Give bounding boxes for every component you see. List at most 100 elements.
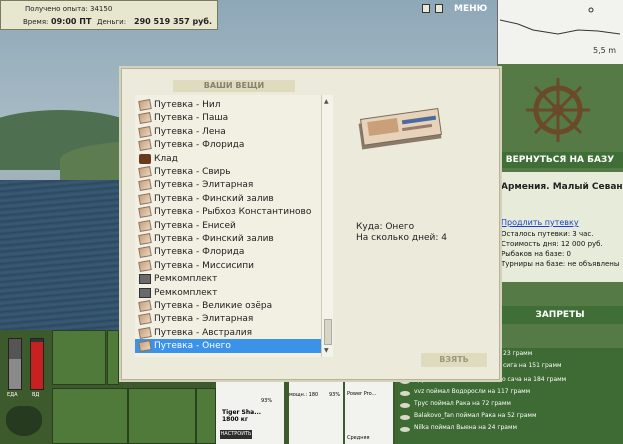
depth-profile-line [499,19,621,35]
location-title: Армения. Малый Севан [501,182,623,192]
extend-ticket-link[interactable]: Продлить путевку [501,218,579,227]
ticket-icon [138,179,152,192]
ticket-icon [138,112,152,125]
line-slot[interactable] [289,375,343,444]
inventory-item[interactable]: Путевка - Финский залив [135,192,321,206]
inventory-item[interactable]: Путевка - Рыбхоз Константиново [135,205,321,219]
creel-slot[interactable] [52,330,106,385]
inventory-item-label: Путевка - Нил [154,100,221,110]
tournaments-text: Турниры на базе: не объявлены [501,260,620,268]
ticket-icon [138,125,152,138]
inventory-item[interactable]: Путевка - Свирь [135,165,321,179]
bucket-slot[interactable] [128,388,196,444]
inventory-item[interactable]: Путевка - Лена [135,125,321,139]
inventory-item-label: Клад [154,153,178,164]
return-to-base-button[interactable]: ВЕРНУТЬСЯ НА БАЗУ [497,152,623,168]
ship-wheel-icon [526,78,590,142]
money-value: 290 519 357 руб. [134,17,213,26]
window-icon[interactable] [422,4,430,13]
ticket-icon [138,99,152,111]
ticket-icon [138,259,152,272]
feed-line-2: сига на 151 грамм [503,362,562,369]
float-marker-icon [588,7,594,13]
inventory-item-label: Путевка - Флорида [154,140,245,151]
ticket-icon [138,233,152,245]
time-value: 09:00 ПТ [51,17,92,26]
empty-slot[interactable] [196,388,216,444]
inventory-item[interactable]: Путевка - Енисей [135,219,321,233]
alcohol-gauge-label: ВД [32,392,40,398]
fish-icon [400,403,410,408]
ticket-icon [138,166,152,178]
sound-icon[interactable] [435,4,443,13]
ticket-remaining-text: Осталось путевки: 3 час. [501,230,594,238]
ticket-icon [138,206,152,219]
bans-button[interactable]: ЗАПРЕТЫ [497,306,623,324]
rod-weight: 1800 кг [222,416,248,423]
scroll-down-icon[interactable]: ▼ [324,347,329,354]
experience-text: Получено опыта: 34150 [25,5,113,13]
bait-slot[interactable] [52,388,128,444]
ticket-icon [138,340,152,353]
inventory-item-label: Путевка - Свирь [154,167,231,177]
inventory-item[interactable]: Путевка - Элитарная [135,312,321,326]
inventory-item[interactable]: Клад [135,152,321,166]
inventory-item[interactable]: Путевка - Финский залив [135,232,321,246]
money-label: Деньги: [97,18,127,26]
line-info: мощн.: 180 [289,392,319,398]
inventory-item[interactable]: Ремкомплект [135,272,321,286]
inventory-item-label: Путевка - Рыбхоз Константиново [154,207,312,218]
alcohol-gauge [30,338,44,390]
inventory-item[interactable]: Ремкомплект [135,286,321,300]
lure-size: Средняя [347,435,370,441]
ticket-icon [138,192,152,205]
cauldron-icon[interactable] [6,406,42,436]
inventory-item[interactable]: Путевка - Флорида [135,138,321,152]
inventory-list[interactable]: Путевка - Нил Путевка - Паша Путевка - Лен… [135,95,321,357]
inventory-item[interactable]: Путевка - Миссисипи [135,259,321,273]
inventory-item-label: Путевка - Элитарная [154,314,254,325]
inventory-item-label: Путевка - Австралия [154,327,252,338]
inventory-item[interactable]: Путевка - Нил [135,98,321,112]
ticket-icon [138,300,152,312]
day-cost-text: Стоимость дня: 12 000 руб. [501,240,603,248]
rod-percent: 93% [261,398,273,404]
inventory-item-label: Путевка - Паша [154,113,229,124]
inventory-item[interactable]: Путевка - Онего [135,339,321,354]
feed-line-5: Трус поймал Рака на 72 грамм [414,400,511,407]
ticket-icon [138,313,152,326]
ticket-icon [138,139,152,152]
take-button[interactable]: ВЗЯТЬ [421,353,487,367]
inventory-item[interactable]: Путевка - Австралия [135,326,321,340]
feed-line-6: Balakovo_fan поймал Рака на 52 грамм [414,412,537,419]
menu-button[interactable]: МЕНЮ [454,4,487,14]
feed-line-1: 23 грамм [503,350,533,357]
inventory-item[interactable]: Путевка - Флорида [135,245,321,259]
setup-button[interactable]: НАСТРОИТЬ [220,430,252,439]
fish-icon [400,391,410,396]
hud-info-panel: Получено опыта: 34150 Время: 09:00 ПТ Де… [0,0,218,30]
inventory-scrollbar[interactable]: ▲ ▼ [321,95,333,357]
destination-text: Куда: Онего [356,222,415,232]
inventory-item-label: Путевка - Флорида [154,247,245,258]
repair-kit-icon [139,287,151,298]
lure-slot[interactable] [345,375,393,444]
scroll-up-icon[interactable]: ▲ [324,98,329,105]
chest-icon [139,153,151,164]
rod-name: Tiger Sha... [222,409,262,416]
inventory-item[interactable]: Путевка - Элитарная [135,178,321,192]
inventory-item-label: Путевка - Онего [154,341,231,352]
fish-icon [400,415,410,420]
item-details: Куда: Онего На сколько дней: 4 [356,222,447,244]
ticket-bundle-icon [358,107,442,150]
scrollbar-thumb[interactable] [324,319,332,345]
time-label: Время: [23,18,49,26]
feed-line-4: vvz поймал Водоросли на 117 грамм [414,388,531,395]
dialog-title: ВАШИ ВЕЩИ [173,80,295,92]
food-gauge [8,338,22,390]
inventory-item[interactable]: Путевка - Паша [135,111,321,125]
lure-name: Power Pro... [347,391,377,397]
inventory-item[interactable]: Путевка - Великие озёра [135,299,321,313]
slot-divider [107,330,119,385]
inventory-item-label: Путевка - Финский залив [154,234,274,244]
